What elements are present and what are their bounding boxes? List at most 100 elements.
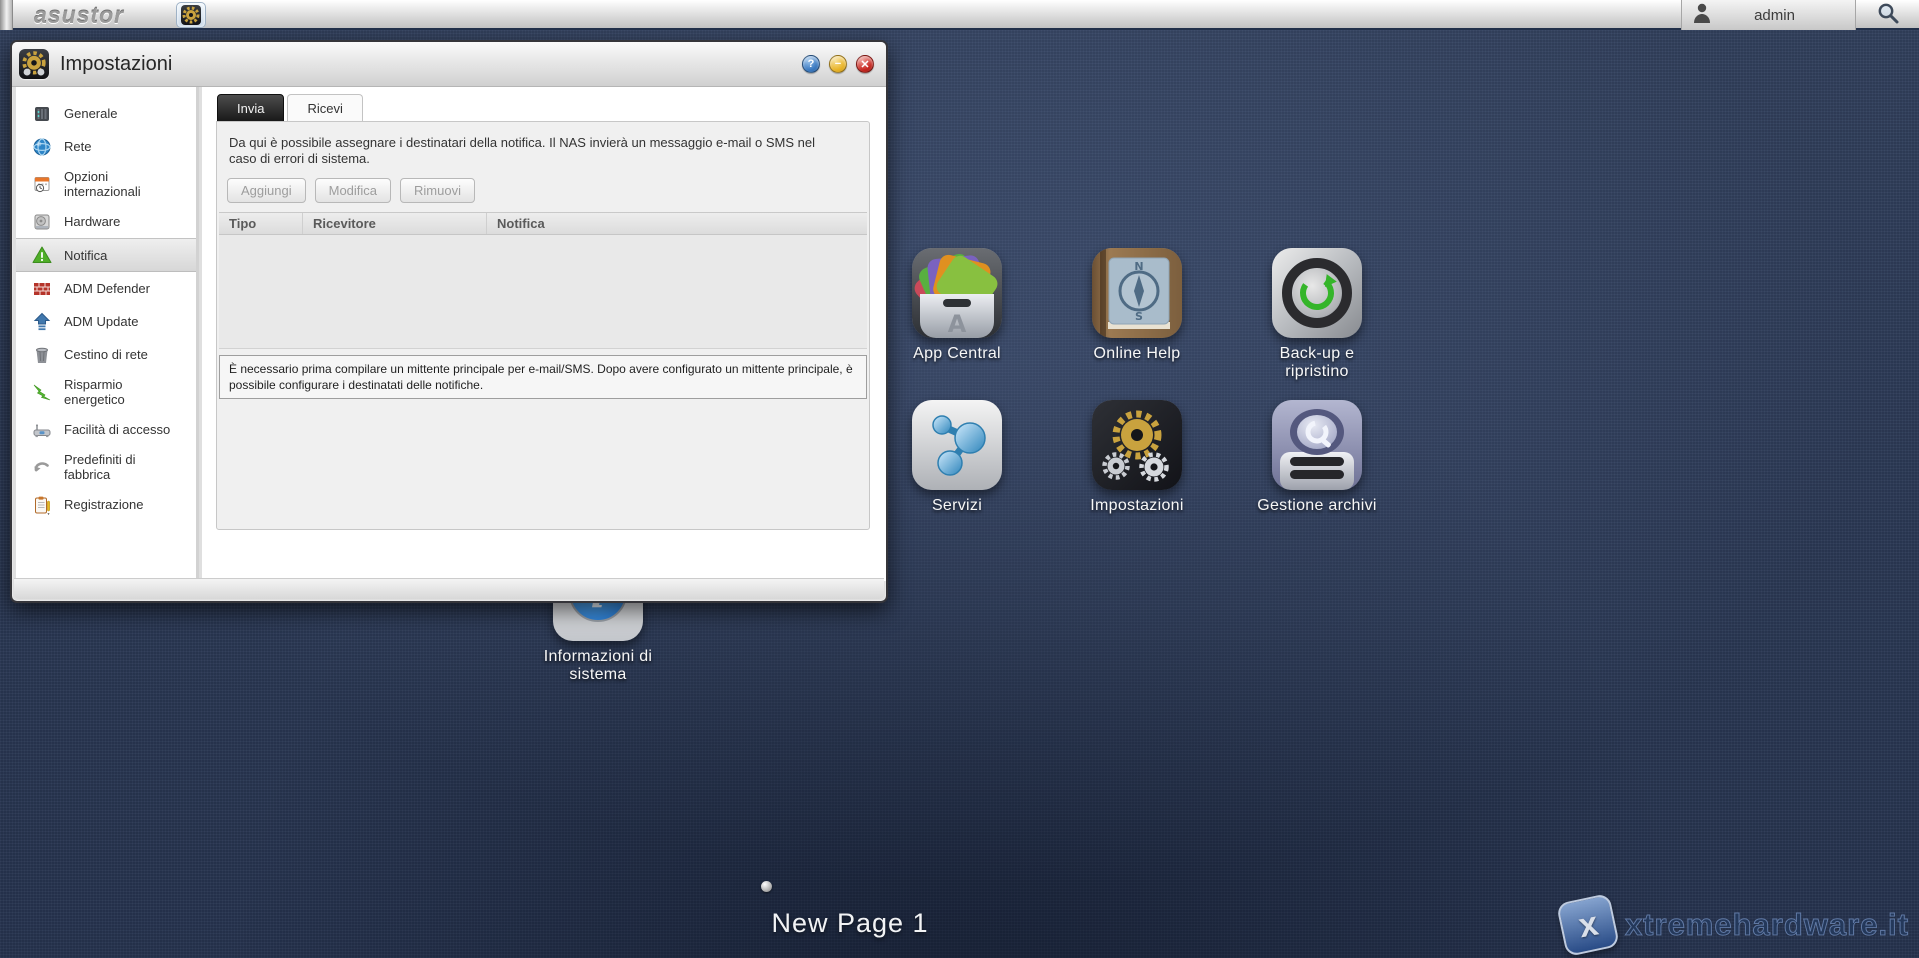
undo-arrow-icon [32, 457, 52, 477]
sidebar-item-label: Notifica [64, 247, 108, 263]
desktop-icon-label: Informazioni di sistema [543, 648, 653, 683]
lightning-icon [32, 382, 52, 402]
gestione-archivi-icon [1272, 400, 1362, 490]
sidebar-item-risparmio-energetico[interactable]: Risparmio energetico [16, 371, 196, 413]
window-gears-icon [19, 49, 49, 79]
sidebar-item-opzioni-internazionali[interactable]: Opzioni internazionali [16, 163, 196, 205]
username-label: admin [1754, 6, 1795, 24]
impostazioni-window: Impostazioni ? − ✕ Generale Rete Opzioni… [10, 40, 888, 603]
up-arrow-icon [32, 312, 52, 332]
asustor-logo: asustor [34, 2, 125, 28]
search-icon [1876, 1, 1900, 30]
servizi-icon [912, 400, 1002, 490]
sidebar-item-rete[interactable]: Rete [16, 130, 196, 163]
sidebar-item-label: Facilità di accesso [64, 422, 171, 437]
sidebar-item-notifica[interactable]: Notifica [16, 238, 196, 272]
table-header-row: Tipo Ricevitore Notifica [219, 212, 867, 235]
clipboard-icon [32, 495, 52, 515]
desktop-icon-impostazioni[interactable]: Impostazioni [1090, 400, 1183, 515]
desktop-icon-label: Servizi [931, 497, 983, 514]
sidebar-item-adm-update[interactable]: ADM Update [16, 305, 196, 338]
close-button[interactable]: ✕ [856, 55, 874, 73]
desktop: { "topbar": { "logo": "asustor", "taskba… [0, 0, 1919, 958]
sidebar-item-generale[interactable]: Generale [16, 97, 196, 130]
recipients-table: Tipo Ricevitore Notifica [219, 212, 867, 349]
sidebar-item-label: Risparmio energetico [64, 377, 125, 407]
server-icon [32, 104, 52, 124]
ricevi-panel: Da qui è possibile assegnare i destinata… [216, 121, 870, 530]
watermark-text: xtremehardware.it [1624, 907, 1909, 943]
window-titlebar[interactable]: Impostazioni ? − ✕ [12, 42, 886, 87]
minimize-button[interactable]: − [829, 55, 847, 73]
sidebar-item-hardware[interactable]: Hardware [16, 205, 196, 238]
desktop-icon-label: Back-up e ripristino [1279, 345, 1355, 380]
sidebar-item-label: Rete [64, 139, 92, 154]
tab-bar: Invia Ricevi [217, 94, 366, 122]
impostazioni-icon [1092, 400, 1182, 490]
gears-icon [181, 5, 201, 25]
svg-text:S: S [1135, 310, 1143, 323]
sidebar-item-label: Generale [64, 106, 118, 121]
desktop-icon-gestione-archivi[interactable]: Gestione archivi [1257, 400, 1376, 515]
taskbar-item-impostazioni[interactable] [176, 2, 206, 28]
topbar-handle [0, 0, 13, 30]
tab-invia[interactable]: Invia [217, 94, 285, 122]
page-name-label: New Page 1 [771, 908, 929, 938]
desktop-icon-app-central[interactable]: A App Central [912, 248, 1002, 363]
sidebar-item-registrazione[interactable]: Registrazione [16, 488, 196, 521]
online-help-icon: N S [1092, 248, 1182, 338]
settings-sidebar: Generale Rete Opzioni internazionali Har… [16, 87, 199, 581]
sidebar-item-label: ADM Defender [64, 281, 150, 296]
hard-disk-icon [32, 212, 52, 232]
desktop-icon-label: Gestione archivi [1257, 497, 1377, 514]
backup-restore-icon [1272, 248, 1362, 338]
sidebar-item-facilita-di-accesso[interactable]: Facilità di accesso [16, 413, 196, 446]
sidebar-item-predefiniti-di-fabbrica[interactable]: Predefiniti di fabbrica [16, 446, 196, 488]
sidebar-item-label: ADM Update [64, 314, 139, 329]
window-footer [14, 578, 884, 599]
aggiungi-button[interactable]: Aggiungi [227, 178, 306, 203]
rimuovi-button[interactable]: Rimuovi [400, 178, 475, 203]
svg-text:A: A [948, 310, 967, 338]
sidebar-item-label: Hardware [64, 214, 121, 229]
app-central-icon: A [912, 248, 1002, 338]
xtremehardware-logo-icon: x [1555, 892, 1620, 958]
desktop-icon-label: Online Help [1093, 345, 1181, 362]
user-menu[interactable]: admin [1681, 0, 1856, 30]
settings-content: Invia Ricevi Da qui è possibile assegnar… [202, 87, 886, 581]
help-button[interactable]: ? [802, 55, 820, 73]
tab-ricevi[interactable]: Ricevi [287, 94, 363, 122]
globe-icon [32, 137, 52, 157]
action-buttons: Aggiungi Modifica Rimuovi [227, 178, 869, 203]
warning-triangle-icon [32, 245, 52, 265]
modifica-button[interactable]: Modifica [314, 178, 392, 203]
column-header-notifica[interactable]: Notifica [487, 213, 867, 234]
topbar: asustor admin [0, 0, 1919, 30]
window-title: Impostazioni [60, 53, 173, 75]
sidebar-item-label: Opzioni internazionali [64, 169, 141, 199]
column-header-tipo[interactable]: Tipo [219, 213, 303, 234]
svg-text:N: N [1134, 260, 1143, 273]
page-indicator-dot[interactable] [761, 881, 772, 892]
firewall-icon [32, 279, 52, 299]
sidebar-item-label: Registrazione [64, 497, 144, 512]
sidebar-item-cestino-di-rete[interactable]: Cestino di rete [16, 338, 196, 371]
router-icon [32, 420, 52, 440]
desktop-icon-backup[interactable]: Back-up e ripristino [1272, 248, 1362, 381]
sidebar-item-label: Cestino di rete [64, 347, 148, 362]
calendar-clock-icon [32, 174, 52, 194]
desktop-icon-label: App Central [913, 345, 1001, 362]
trash-icon [32, 345, 52, 365]
sidebar-item-adm-defender[interactable]: ADM Defender [16, 272, 196, 305]
search-button[interactable] [1857, 0, 1919, 30]
desktop-icon-online-help[interactable]: N S Online Help [1092, 248, 1182, 363]
sidebar-item-label: Predefiniti di fabbrica [64, 452, 136, 482]
watermark: x xtremehardware.it [1555, 892, 1909, 958]
notice-message: È necessario prima compilare un mittente… [219, 355, 867, 399]
column-header-ricevitore[interactable]: Ricevitore [303, 213, 487, 234]
user-icon [1692, 2, 1712, 29]
table-body-empty [219, 235, 867, 349]
panel-description: Da qui è possibile assegnare i destinata… [229, 135, 816, 166]
desktop-icon-label: Impostazioni [1090, 497, 1184, 514]
desktop-icon-servizi[interactable]: Servizi [912, 400, 1002, 515]
